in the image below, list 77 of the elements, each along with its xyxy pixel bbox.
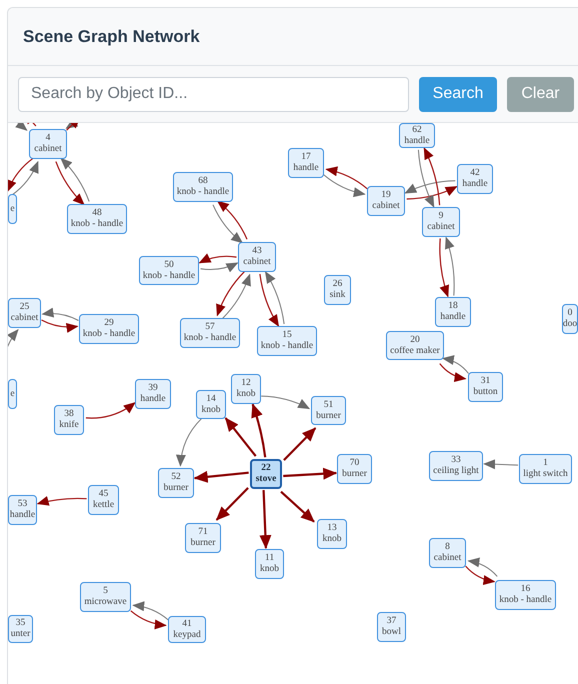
edge-arrow: [194, 470, 249, 483]
edge-arrow: [8, 158, 34, 192]
edge-arrow: [467, 558, 498, 577]
edge-arrow: [12, 160, 38, 196]
graph-node: 1 light switch: [519, 454, 572, 484]
graph-node: 18 handle: [435, 297, 471, 327]
graph-node: 13 knob: [317, 519, 347, 549]
graph-node: 19 cabinet: [367, 186, 405, 216]
edge-arrow: [483, 459, 519, 470]
graph-node: 35 unter: [8, 615, 33, 643]
graph-node: 16 knob - handle: [495, 580, 556, 610]
graph-node: 9 cabinet: [422, 207, 460, 237]
graph-node: 31 button: [468, 372, 503, 402]
button[interactable]: Search: [419, 76, 497, 112]
graph-node: 52 burner: [158, 468, 194, 498]
graph-node: 38 knife: [54, 405, 84, 435]
graph-node: 57 knob - handle: [180, 318, 240, 348]
edge-arrow: [216, 200, 248, 240]
graph-node: e: [8, 379, 17, 409]
graph-node: 8 cabinet: [429, 538, 466, 568]
graph-node: 4 cabinet: [29, 129, 67, 159]
graph-node: 37 bowl: [377, 612, 406, 642]
edge-arrow: [42, 308, 79, 321]
edge-arrow: [444, 236, 455, 296]
edge-arrow: [259, 490, 272, 550]
graph-node: 22 stove: [250, 459, 282, 489]
edge-arrow: [55, 161, 85, 206]
graph-node: 71 burner: [185, 523, 221, 553]
graph-node: 25 cabinet: [8, 298, 41, 328]
graph-node: 20 coffee maker: [386, 331, 444, 360]
button[interactable]: Clear: [507, 76, 574, 112]
graph-node: 48 knob - handle: [67, 204, 127, 234]
edge-arrow: [442, 355, 469, 374]
edge-arrow: [280, 490, 315, 523]
edge-arrow: [216, 487, 249, 521]
graph-node: 45 kettle: [88, 485, 119, 515]
edge-arrow: [36, 496, 87, 506]
graph-node: 50 knob - handle: [139, 256, 199, 285]
graph-node: 14 knob: [196, 390, 226, 419]
edge-arrow: [264, 271, 285, 324]
graph-node: 12 knob: [231, 374, 261, 404]
edge-arrow: [41, 319, 78, 333]
edge-arrow: [130, 610, 167, 630]
graph-node: 70 burner: [337, 454, 372, 484]
graph-node: 5 microwave: [80, 582, 131, 612]
edge-arrow: [86, 402, 136, 419]
graph-node: 51 burner: [311, 396, 346, 425]
graph-node: 68 knob - handle: [173, 172, 233, 202]
edge-arrow: [323, 174, 366, 197]
edge-arrow: [176, 418, 202, 467]
graph-node: 33 ceiling light: [429, 451, 483, 481]
edge-arrow: [212, 204, 244, 244]
graph-node: 41 keypad: [168, 616, 206, 643]
graph-node: 26 sink: [324, 275, 351, 305]
graph-node: 17 handle: [288, 148, 324, 178]
graph-node: 62 handle: [399, 123, 435, 148]
edge-arrow: [325, 166, 368, 190]
search-field[interactable]: Search by Object ID...: [18, 76, 409, 112]
graph-node: e: [8, 194, 17, 224]
edge-arrow: [439, 238, 450, 298]
edge-arrow: [60, 158, 90, 202]
graph-node: 53 handle: [8, 495, 37, 525]
edge-arrow: [132, 602, 169, 620]
edge-arrow: [283, 468, 338, 480]
edge-arrow: [465, 566, 496, 585]
panel-title: Scene Graph Network: [23, 26, 200, 48]
edge-arrow: [283, 427, 316, 461]
graph-node: 39 handle: [135, 379, 171, 409]
edge-arrow: [198, 254, 237, 264]
graph-node: 42 handle: [457, 164, 493, 194]
edge-arrow: [439, 363, 466, 382]
edge-arrow: [259, 274, 280, 327]
graph-node: 0 doo: [562, 304, 578, 334]
graph-node: 43 cabinet: [238, 242, 276, 272]
graph-node: 15 knob - handle: [257, 326, 317, 356]
graph-node: 29 knob - handle: [79, 314, 139, 344]
graph-node: 11 knob: [255, 549, 284, 579]
